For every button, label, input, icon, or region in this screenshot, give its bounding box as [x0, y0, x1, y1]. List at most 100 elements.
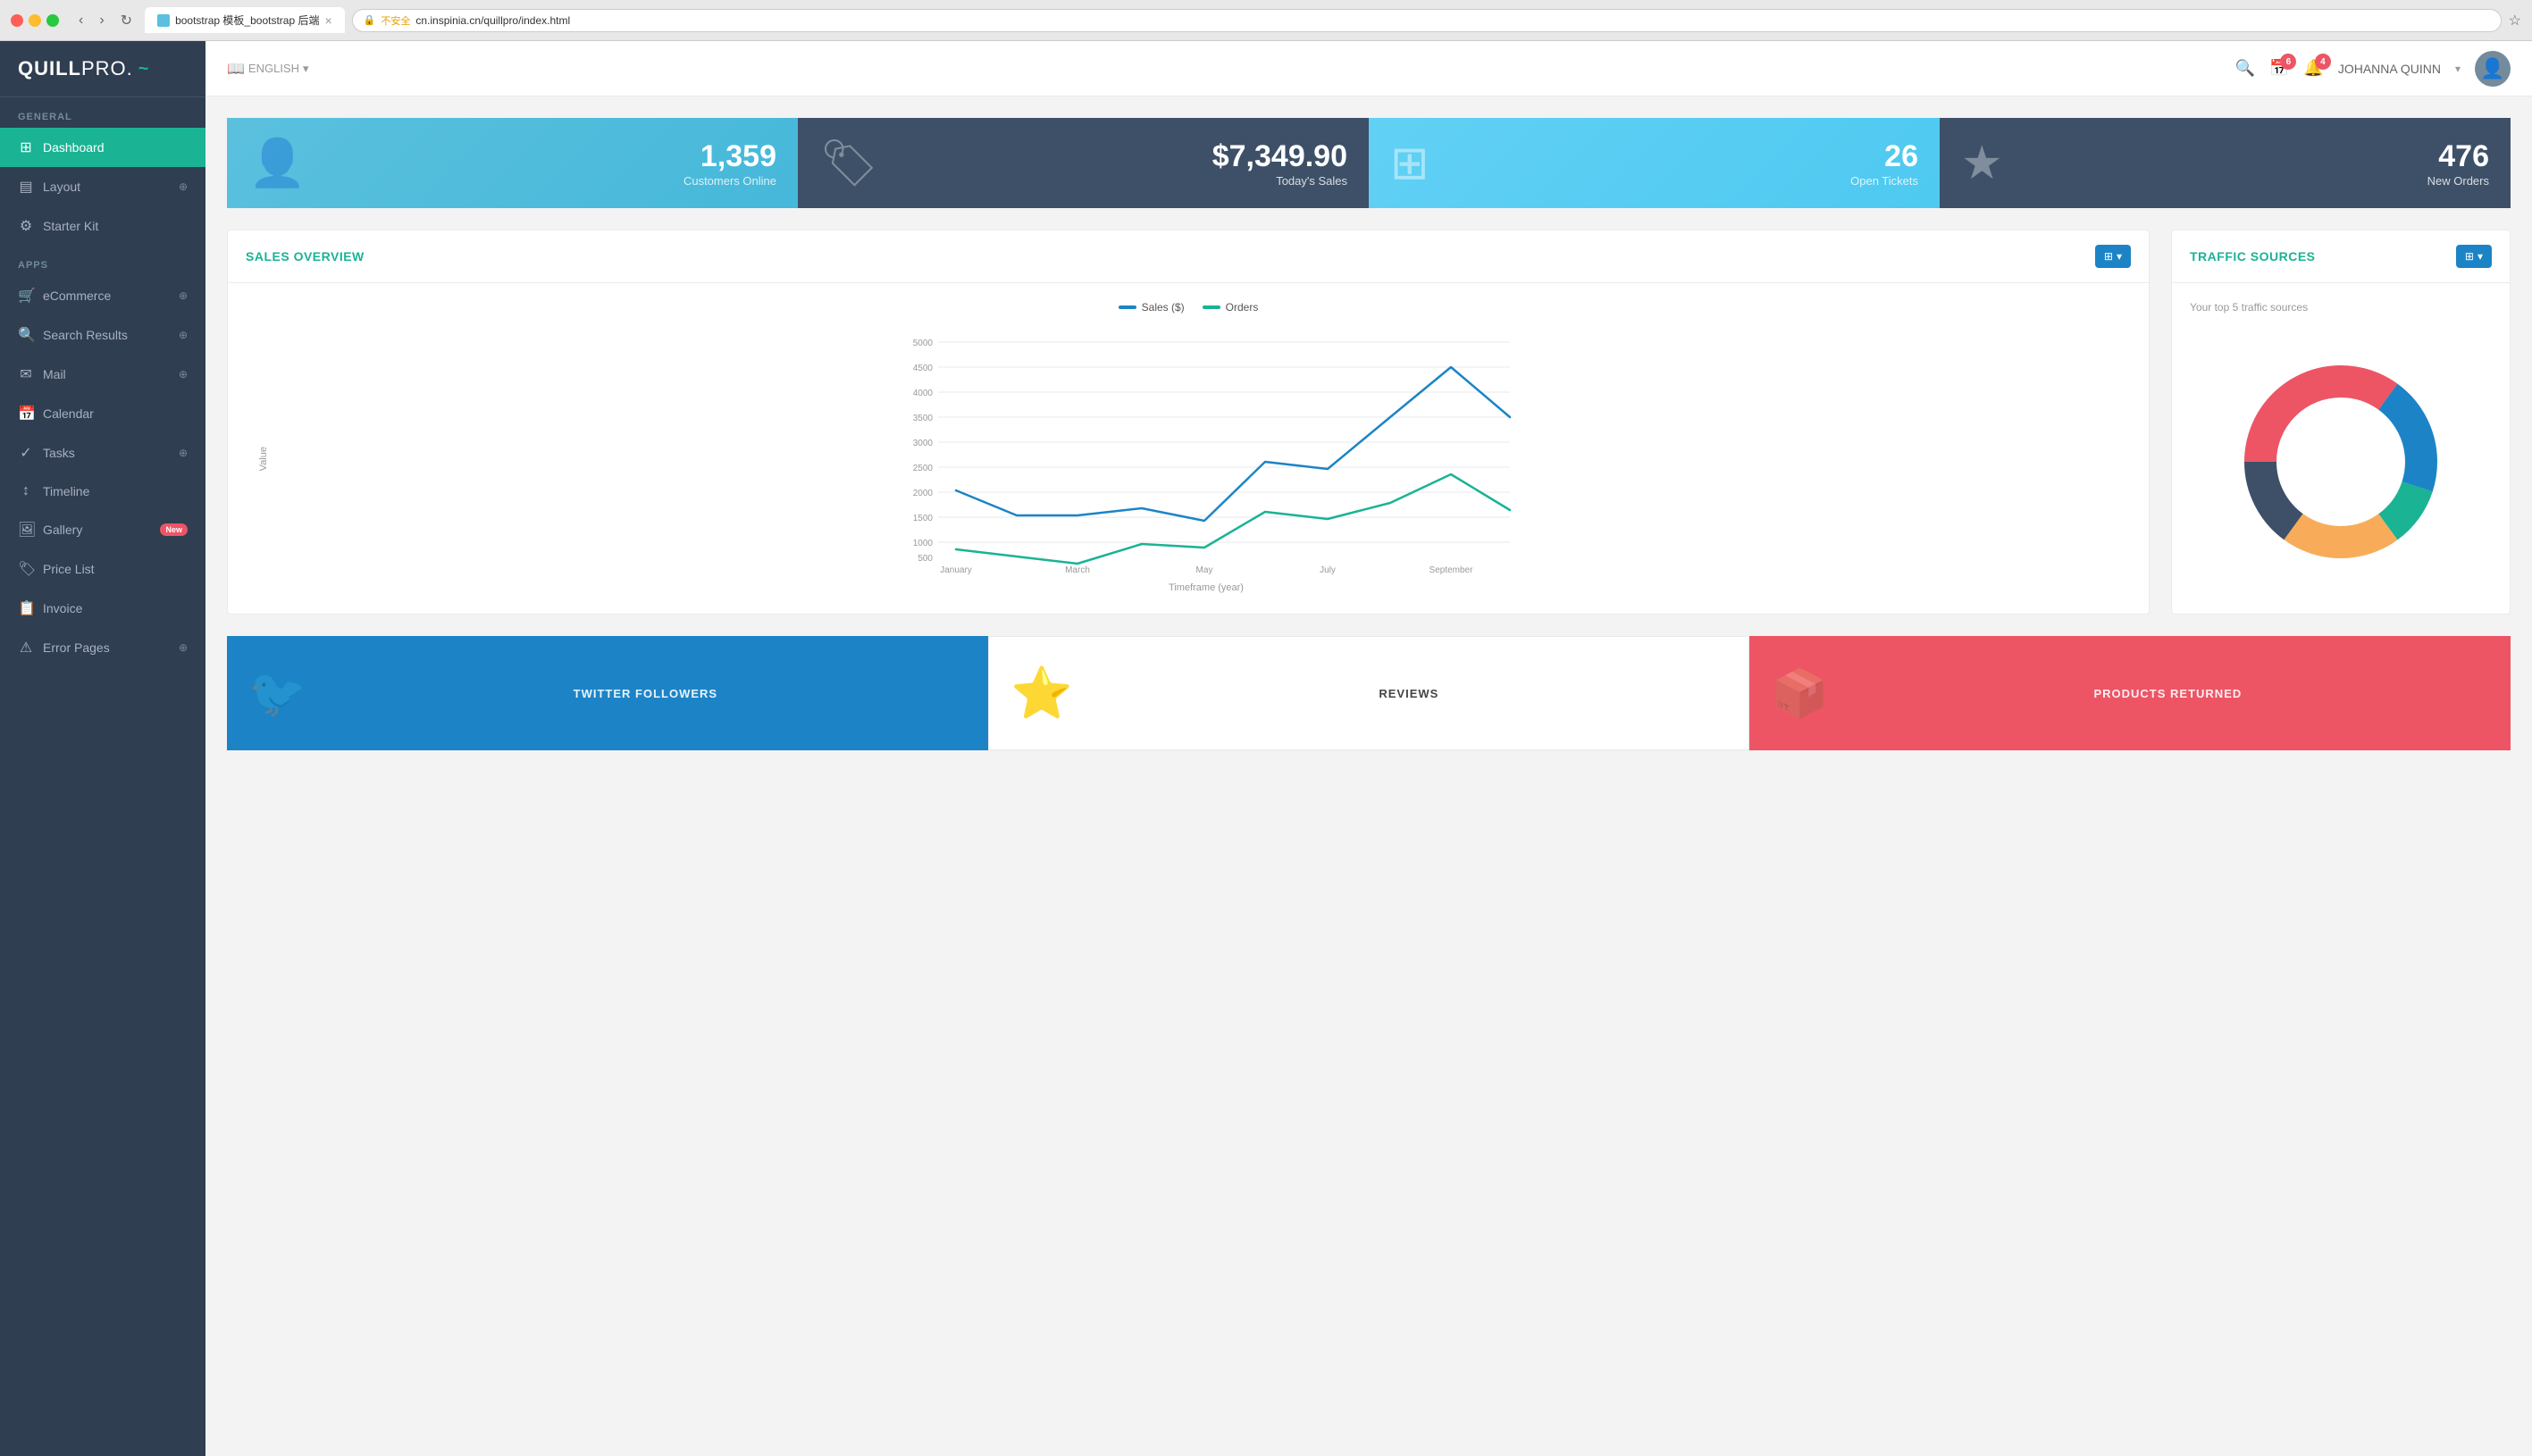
- reviews-icon: ⭐: [1010, 664, 1073, 723]
- language-selector[interactable]: 📖 ENGLISH ▾: [227, 60, 309, 78]
- search-button[interactable]: 🔍: [2235, 59, 2255, 78]
- back-button[interactable]: ‹: [73, 10, 88, 31]
- sidebar-item-starter-kit[interactable]: ⚙ Starter Kit: [0, 206, 205, 246]
- sales-overview-body: Sales ($) Orders Value: [228, 283, 2149, 611]
- sidebar-label-calendar: Calendar: [43, 406, 188, 421]
- tab-close-button[interactable]: ×: [324, 13, 331, 28]
- y-axis-label-container: Value: [246, 324, 281, 593]
- tab-favicon: [157, 14, 170, 27]
- tasks-icon: ✓: [18, 444, 34, 462]
- sidebar-item-layout[interactable]: ▤ Layout ⊕: [0, 167, 205, 206]
- error-pages-arrow-icon: ⊕: [179, 641, 188, 654]
- returned-info: PRODUCTS RETURNED: [1847, 687, 2489, 700]
- legend-orders-dot: [1203, 305, 1220, 309]
- traffic-sources-title: TRAFFIC SOURCES: [2190, 249, 2316, 264]
- dot-yellow[interactable]: [29, 14, 41, 27]
- svg-text:1500: 1500: [913, 514, 934, 523]
- widget-returned: 📦 PRODUCTS RETURNED: [1749, 636, 2511, 750]
- ecommerce-icon: 🛒: [18, 287, 34, 305]
- user-avatar[interactable]: 👤: [2475, 51, 2511, 87]
- chevron-down-icon: ▾: [2117, 250, 2122, 263]
- returned-icon: 📦: [1771, 666, 1829, 721]
- svg-text:1000: 1000: [913, 539, 934, 548]
- dot-green[interactable]: [46, 14, 59, 27]
- sidebar-section-general: GENERAL: [0, 97, 205, 128]
- sidebar-item-dashboard[interactable]: ⊞ Dashboard: [0, 128, 205, 167]
- chevron2-down-icon: ▾: [2478, 250, 2483, 263]
- sidebar-label-starter-kit: Starter Kit: [43, 219, 188, 233]
- svg-text:2500: 2500: [913, 464, 934, 473]
- reviews-info: REVIEWS: [1091, 687, 1727, 700]
- widget-reviews: ⭐ REVIEWS: [988, 636, 1749, 750]
- forward-button[interactable]: ›: [94, 10, 109, 31]
- browser-chrome: ‹ › ↻ bootstrap 模板_bootstrap 后端 × 🔒 不安全 …: [0, 0, 2532, 41]
- svg-text:4000: 4000: [913, 389, 934, 398]
- sidebar-item-timeline[interactable]: ↕ Timeline: [0, 473, 205, 510]
- tickets-value: 26: [1444, 139, 1918, 174]
- dot-red[interactable]: [11, 14, 23, 27]
- search-results-icon: 🔍: [18, 326, 34, 344]
- avatar-image: 👤: [2480, 57, 2504, 80]
- mail-arrow-icon: ⊕: [179, 368, 188, 381]
- customers-info: 1,359 Customers Online: [321, 139, 776, 188]
- sidebar-item-tasks[interactable]: ✓ Tasks ⊕: [0, 433, 205, 473]
- notifications-button[interactable]: 🔔 4: [2303, 59, 2323, 78]
- timeline-icon: ↕: [18, 483, 34, 499]
- svg-text:4500: 4500: [913, 364, 934, 373]
- globe-icon: 📖: [227, 60, 245, 78]
- sales-overview-card: SALES OVERVIEW ⊞ ▾ Sales ($): [227, 230, 2150, 615]
- charts-row: SALES OVERVIEW ⊞ ▾ Sales ($): [227, 230, 2511, 615]
- svg-text:500: 500: [918, 554, 933, 564]
- notifications-badge: 4: [2315, 54, 2331, 70]
- traffic-sources-subtitle: Your top 5 traffic sources: [2190, 301, 2492, 314]
- svg-text:July: July: [1320, 565, 1336, 574]
- layout-arrow-icon: ⊕: [179, 180, 188, 193]
- sidebar-item-invoice[interactable]: 📋 Invoice: [0, 589, 205, 628]
- tasks-arrow-icon: ⊕: [179, 447, 188, 459]
- sidebar-label-price-list: Price List: [43, 562, 188, 576]
- sidebar: QUILLPRO. ~ GENERAL ⊞ Dashboard ▤ Layout…: [0, 41, 205, 1456]
- sales-overview-menu-button[interactable]: ⊞ ▾: [2095, 245, 2131, 268]
- search-icon: 🔍: [2235, 59, 2255, 77]
- sidebar-label-invoice: Invoice: [43, 601, 188, 615]
- sidebar-apps-section: APPS 🛒 eCommerce ⊕ 🔍 Search Results ⊕ ✉ …: [0, 246, 205, 667]
- sidebar-label-dashboard: Dashboard: [43, 140, 188, 155]
- language-label: ENGLISH: [248, 62, 299, 75]
- traffic-sources-menu-button[interactable]: ⊞ ▾: [2456, 245, 2492, 268]
- sales-overview-header: SALES OVERVIEW ⊞ ▾: [228, 230, 2149, 283]
- sidebar-item-search-results[interactable]: 🔍 Search Results ⊕: [0, 315, 205, 355]
- sidebar-item-price-list[interactable]: 🏷 Price List: [0, 549, 205, 589]
- user-name[interactable]: JOHANNA QUINN: [2338, 62, 2441, 76]
- sidebar-item-error-pages[interactable]: ⚠ Error Pages ⊕: [0, 628, 205, 667]
- sidebar-item-ecommerce[interactable]: 🛒 eCommerce ⊕: [0, 276, 205, 315]
- topbar: 📖 ENGLISH ▾ 🔍 📅 6 🔔 4 JOHANNA QUINN: [205, 41, 2532, 96]
- tickets-info: 26 Open Tickets: [1444, 139, 1918, 188]
- sidebar-item-gallery[interactable]: 🖼 Gallery New: [0, 510, 205, 549]
- traffic-sources-header: TRAFFIC SOURCES ⊞ ▾: [2172, 230, 2510, 283]
- reload-button[interactable]: ↻: [115, 10, 138, 31]
- stat-card-orders: ★ 476 New Orders: [1940, 118, 2511, 208]
- legend-sales: Sales ($): [1119, 301, 1185, 314]
- grid2-icon: ⊞: [2465, 250, 2474, 263]
- grid-icon: ⊞: [2104, 250, 2113, 263]
- browser-nav: ‹ › ↻: [73, 10, 138, 31]
- legend-orders: Orders: [1203, 301, 1259, 314]
- twitter-icon: 🐦: [248, 666, 306, 721]
- sidebar-general-section: GENERAL ⊞ Dashboard ▤ Layout ⊕ ⚙ Starter…: [0, 97, 205, 246]
- calendar-badge: 6: [2280, 54, 2296, 70]
- sidebar-item-mail[interactable]: ✉ Mail ⊕: [0, 355, 205, 394]
- sales-info: $7,349.90 Today's Sales: [893, 139, 1347, 188]
- sidebar-item-calendar[interactable]: 📅 Calendar: [0, 394, 205, 433]
- address-bar[interactable]: 🔒 不安全 cn.inspinia.cn/quillpro/index.html: [352, 9, 2502, 32]
- calendar-button[interactable]: 📅 6: [2269, 59, 2289, 78]
- ecommerce-arrow-icon: ⊕: [179, 289, 188, 302]
- donut-container: [2190, 328, 2492, 596]
- customers-icon: 👤: [248, 136, 306, 190]
- returned-title: PRODUCTS RETURNED: [1847, 687, 2489, 700]
- sidebar-label-gallery: Gallery: [43, 523, 147, 537]
- url-secure-label: 不安全: [381, 13, 410, 28]
- customers-value: 1,359: [321, 139, 776, 174]
- bookmark-button[interactable]: ☆: [2509, 12, 2521, 29]
- browser-tab[interactable]: bootstrap 模板_bootstrap 后端 ×: [145, 7, 345, 33]
- sidebar-section-apps: APPS: [0, 246, 205, 276]
